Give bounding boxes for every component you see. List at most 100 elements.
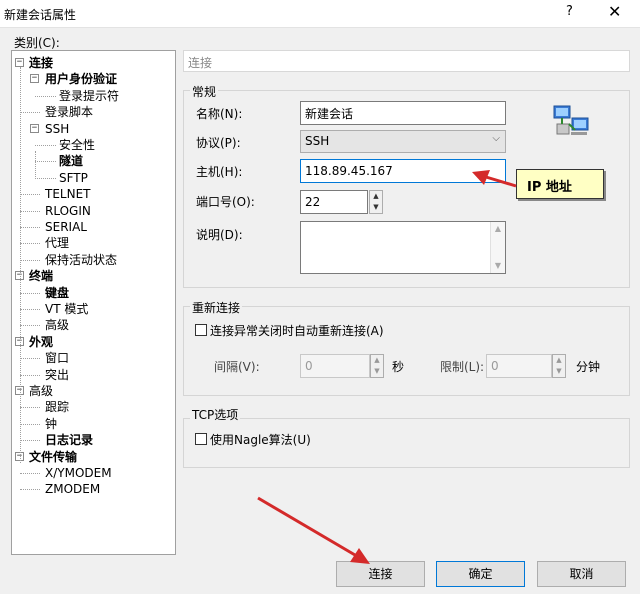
tree-item[interactable]: 跟踪 — [45, 399, 69, 415]
tree-item[interactable]: SFTP — [59, 170, 88, 186]
tree-item[interactable]: 钟 — [45, 416, 57, 432]
tree-item[interactable]: ZMODEM — [45, 481, 100, 497]
spin-up-icon[interactable]: ▲ — [371, 355, 383, 366]
limit-input[interactable] — [486, 354, 552, 378]
nagle-checkbox[interactable] — [195, 433, 207, 445]
tree-expander-icon[interactable]: − — [30, 74, 39, 84]
nagle-label: 使用Nagle算法(U) — [210, 433, 311, 447]
tree-connector — [20, 210, 40, 212]
tree-connector — [20, 292, 40, 294]
host-label: 主机(H): — [196, 165, 243, 179]
tree-connector — [20, 309, 40, 310]
tree-connector — [35, 151, 36, 179]
tree-item[interactable]: SERIAL — [45, 219, 87, 235]
spin-up-icon[interactable]: ▲ — [553, 355, 565, 366]
general-group-title: 常规 — [190, 83, 219, 100]
chevron-down-icon: ⌵ — [492, 133, 500, 144]
scroll-down-icon[interactable]: ▼ — [491, 259, 505, 273]
auto-reconnect-checkbox[interactable] — [195, 324, 207, 336]
ip-callout-text: IP 地址 — [527, 180, 572, 195]
tree-item[interactable]: 高级 — [45, 317, 69, 333]
tree-item[interactable]: 安全性 — [59, 137, 95, 153]
spin-down-icon[interactable]: ▼ — [370, 202, 382, 213]
tree-connector — [35, 161, 56, 163]
tree-item[interactable]: X/YMODEM — [45, 465, 112, 481]
tree-item[interactable]: 登录脚本 — [45, 104, 93, 120]
reconnect-group-title: 重新连接 — [190, 299, 243, 316]
tree-expander-icon[interactable]: − — [15, 58, 24, 67]
category-label: 类别(C): — [14, 36, 60, 50]
tree-item[interactable]: 用户身份验证 — [45, 71, 117, 87]
close-button[interactable]: ✕ — [608, 2, 621, 21]
interval-input[interactable] — [300, 354, 370, 378]
limit-unit: 分钟 — [576, 360, 601, 374]
cancel-button[interactable]: 取消 — [537, 561, 626, 587]
tree-connector — [20, 325, 40, 327]
name-label: 名称(N): — [196, 107, 243, 121]
tree-item[interactable]: 高级 — [29, 383, 53, 399]
interval-unit: 秒 — [392, 360, 405, 374]
tree-item[interactable]: 突出 — [45, 367, 69, 383]
tree-connector — [20, 194, 40, 196]
tree-connector — [20, 374, 40, 376]
tree-item[interactable]: RLOGIN — [45, 203, 91, 219]
tree-item[interactable]: SSH — [45, 121, 69, 137]
tree-item[interactable]: 隧道 — [59, 153, 83, 169]
tree-item[interactable]: 连接 — [29, 55, 53, 71]
spin-down-icon[interactable]: ▼ — [371, 366, 383, 377]
spin-up-icon[interactable]: ▲ — [370, 191, 382, 202]
protocol-select[interactable]: SSH ⌵ — [300, 130, 506, 153]
tree-item[interactable]: 代理 — [45, 235, 69, 251]
tree-item[interactable]: 文件传输 — [29, 449, 77, 465]
tree-item[interactable]: 键盘 — [45, 285, 69, 301]
tree-connector — [35, 95, 56, 97]
tree-item[interactable]: TELNET — [45, 186, 91, 202]
port-label: 端口号(O): — [196, 195, 255, 209]
tree-connector — [20, 407, 40, 409]
connect-button[interactable]: 连接 — [336, 561, 425, 587]
tree-item[interactable]: 窗口 — [45, 350, 69, 366]
tree-connector — [20, 423, 40, 425]
limit-label: 限制(L): — [440, 360, 485, 374]
tree-connector — [20, 67, 21, 463]
host-input[interactable] — [300, 159, 506, 183]
port-input[interactable] — [300, 190, 368, 214]
help-button[interactable]: ? — [566, 4, 573, 19]
tree-item[interactable]: VT 模式 — [45, 301, 88, 317]
interval-label: 间隔(V): — [214, 360, 260, 374]
panel-header: 连接 — [183, 50, 630, 72]
tree-connector — [20, 243, 40, 245]
tree-connector — [35, 177, 56, 179]
tree-item[interactable]: 终端 — [29, 268, 53, 284]
protocol-label: 协议(P): — [196, 136, 241, 150]
tree-connector — [35, 145, 56, 146]
tree-connector — [20, 440, 40, 442]
description-scrollbar[interactable]: ▲ ▼ — [490, 222, 505, 273]
tree-item[interactable]: 日志记录 — [45, 432, 93, 448]
tree-item[interactable]: 保持活动状态 — [45, 252, 117, 268]
connect-arrow-line — [257, 496, 356, 557]
title-bar: 新建会话属性 ? ✕ — [0, 0, 640, 28]
tree-connector — [20, 489, 40, 491]
description-textarea[interactable] — [300, 221, 506, 274]
tree-item[interactable]: 外观 — [29, 334, 53, 350]
limit-spinner[interactable]: ▲ ▼ — [552, 354, 566, 378]
ok-button[interactable]: 确定 — [436, 561, 525, 587]
reconnect-group — [183, 306, 630, 396]
interval-spinner[interactable]: ▲ ▼ — [370, 354, 384, 378]
tree-connector — [20, 358, 40, 360]
port-spinner[interactable]: ▲ ▼ — [369, 190, 383, 214]
category-tree[interactable]: − 连接 − 用户身份验证 登录提示符 登录脚本 − SSH 安全性 隧道 SFTP TELNET RL… — [11, 50, 176, 555]
spin-down-icon[interactable]: ▼ — [553, 366, 565, 377]
tree-expander-icon[interactable]: − — [30, 123, 39, 133]
tree-connector — [20, 473, 40, 474]
protocol-value: SSH — [305, 134, 330, 148]
network-computers-icon — [553, 105, 589, 135]
ip-callout: IP 地址 — [516, 169, 604, 199]
description-label: 说明(D): — [196, 228, 243, 242]
name-input[interactable] — [300, 101, 506, 125]
window-title: 新建会话属性 — [4, 8, 77, 22]
tree-item[interactable]: 登录提示符 — [59, 88, 119, 104]
scroll-up-icon[interactable]: ▲ — [491, 222, 505, 236]
tree-connector — [20, 259, 40, 261]
